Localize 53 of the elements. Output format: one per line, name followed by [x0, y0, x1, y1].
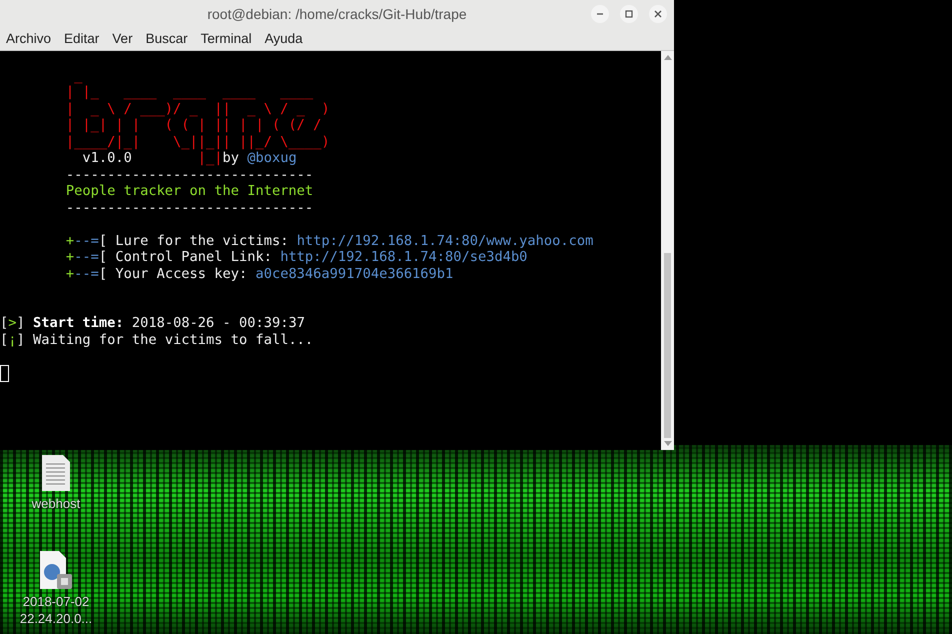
menu-item[interactable]: Editar	[60, 31, 104, 46]
terminal-text: [ Lure for the victims:	[98, 232, 290, 248]
close-icon	[653, 9, 663, 19]
highlight-text: >	[8, 315, 16, 331]
maximize-button[interactable]	[620, 5, 638, 23]
scroll-down-icon[interactable]	[664, 441, 672, 447]
scrollbar-thumb[interactable]	[664, 253, 671, 438]
ascii-logo-text: | |_| | | ( ( | || | | ( (/ /	[64, 117, 322, 133]
ascii-logo-text: | |_ ____ ____ ____ ____	[64, 84, 314, 100]
ascii-logo-text: |____/|_| \_||_|| ||_/ \____)	[64, 134, 330, 150]
terminal-text: [ Control Panel Link:	[98, 249, 273, 265]
terminal-text: ] Waiting for the victims to fall...	[16, 332, 314, 348]
menu-item[interactable]: Terminal	[196, 31, 257, 46]
highlight-text: +	[64, 266, 74, 282]
link-text: @boxug	[247, 150, 297, 166]
menu-item[interactable]: Archivo	[2, 31, 56, 46]
minimize-button[interactable]	[591, 5, 609, 23]
close-button[interactable]	[649, 5, 667, 23]
window-title: root@debian: /home/cracks/Git-Hub/trape	[207, 6, 467, 22]
highlight-text: +	[64, 249, 74, 265]
terminal-text: ]	[16, 315, 26, 331]
desktop-icon-label: webhost	[30, 495, 82, 512]
terminal-text: v1.0.0	[81, 150, 133, 166]
terminal-text: [ Your Access key:	[98, 266, 248, 282]
desktop-icon-label: 2018-07-02 22.24.20.0...	[18, 593, 94, 627]
scrollbar[interactable]	[661, 51, 674, 450]
highlight-text: ¡	[8, 332, 16, 348]
highlight-text: People tracker on the Internet	[64, 183, 314, 199]
link-text: http://192.168.1.74:80/se3d4b0	[280, 249, 528, 265]
scroll-up-icon[interactable]	[664, 54, 672, 60]
globe-file-icon[interactable]	[39, 550, 73, 590]
menu-item[interactable]: Buscar	[142, 31, 193, 46]
maximize-icon	[624, 9, 634, 19]
menu-item[interactable]: Ayuda	[260, 31, 308, 46]
link-text: --=	[74, 266, 99, 282]
terminal-text: [	[0, 332, 8, 348]
link-text: --=	[74, 232, 99, 248]
link-text: --=	[74, 249, 99, 265]
terminal-text: ------------------------------	[64, 166, 314, 182]
menu-item[interactable]: Ver	[108, 31, 138, 46]
link-text: http://192.168.1.74:80/www.yahoo.com	[296, 232, 594, 248]
document-icon[interactable]	[41, 454, 71, 492]
ascii-logo-text: |_|	[198, 150, 223, 166]
ascii-logo-text: | _ \ / ___)/ _ || _ \ / _ )	[64, 100, 330, 116]
link-text: a0ce8346a991704e366169b1	[255, 266, 454, 282]
terminal-text: by	[222, 150, 240, 166]
terminal-text: ------------------------------	[64, 200, 314, 216]
terminal-text: 2018-08-26 - 00:39:37	[130, 315, 305, 331]
bold-text: Start time:	[32, 315, 124, 331]
ascii-logo-text: _	[73, 68, 82, 84]
terminal-text: [	[0, 315, 8, 331]
highlight-text: +	[64, 232, 74, 248]
text-cursor	[0, 364, 9, 382]
